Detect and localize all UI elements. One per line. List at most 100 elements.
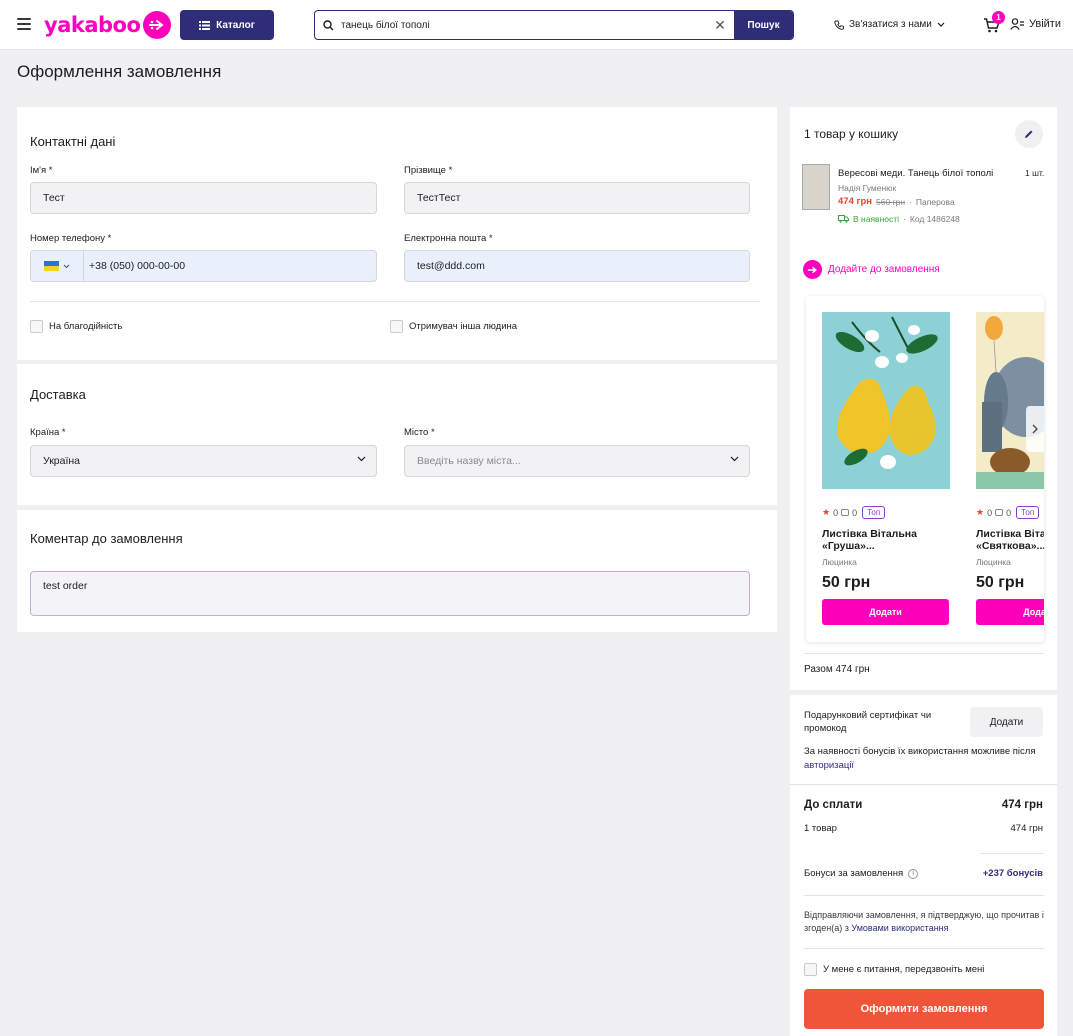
cart-item-name[interactable]: Вересові меди. Танець білої тополі [838,168,993,179]
product-rating-row: ★ 0 0 Топ [822,506,886,519]
country-select[interactable]: Україна [30,445,377,477]
delivery-title: Доставка [30,387,86,402]
email-field[interactable]: test@ddd.com [404,250,750,282]
phone-field[interactable]: +38 (050) 000-00-00 [30,250,377,282]
promo-add-button[interactable]: Додати [970,707,1043,737]
contact-dropdown[interactable]: Зв'язатися з нами [834,19,945,30]
comment-title: Коментар до замовлення [30,531,183,546]
last-name-label: Прізвище * [404,165,453,176]
contact-section: Контактні дані Ім'я * Тест Прізвище * Те… [17,107,777,360]
divider [790,784,1057,785]
logo-mark-icon [803,260,822,279]
promo-label: Подарунковий сертифікат чи промокод [804,710,932,734]
other-recipient-checkbox[interactable]: Отримувач інша людина [390,320,517,333]
search-bar: ✕ Пошук [314,10,794,40]
items-label: 1 товар [804,823,837,834]
phone-label: Номер телефону * [30,233,112,244]
menu-icon[interactable] [17,18,31,30]
cart-item-author: Надія Гуменюк [838,183,897,193]
page-title: Оформлення замовлення [17,62,222,81]
order-summary: Подарунковий сертифікат чи промокод Дода… [790,695,1057,1036]
pay-label: До сплати [804,799,863,811]
terms-link[interactable]: Умовами використання [851,923,948,933]
divider [804,653,1044,654]
charity-checkbox[interactable]: На благодійність [30,320,122,333]
upsell-carousel: ★ 0 0 Топ Листівка Вітальна «Груша»... Л… [806,296,1044,642]
logo-mark-icon [143,11,172,39]
cart-item-price-row: 474 грн 560 грн · Паперова [838,196,955,207]
list-icon [199,20,211,30]
terms-note: Відправляючи замовлення, я підтверджую, … [804,910,1044,933]
submit-order-button[interactable]: Оформити замовлення [804,989,1044,1029]
chevron-down-icon [63,264,70,268]
items-value: 474 грн [1010,823,1044,834]
comment-icon [841,509,850,516]
comment-icon [995,509,1004,516]
product-name[interactable]: Листівка Вітальна «Груша»... [822,528,942,552]
top-badge: Топ [1016,506,1040,519]
chevron-right-icon [1032,424,1038,434]
product-author: Люцинка [822,557,857,567]
first-name-field[interactable]: Тест [30,182,377,214]
star-icon: ★ [976,507,985,517]
comment-textarea[interactable]: test order [30,571,750,616]
user-icon [1010,18,1024,30]
book-cover-thumbnail[interactable] [802,164,830,210]
add-product-button[interactable]: Додати [822,599,949,625]
search-icon [315,11,341,39]
city-select[interactable]: Введіть назву міста... [404,445,750,477]
chevron-down-icon [730,456,739,462]
product-author: Люцинка [976,557,1011,567]
add-product-button[interactable]: Додати [976,599,1044,625]
login-button[interactable]: Увійти [1010,18,1061,30]
delivery-section: Доставка Країна * Україна Місто * Введіт… [17,364,777,505]
first-name-label: Ім'я * [30,165,53,176]
product-price: 50 грн [822,574,871,591]
search-input[interactable] [341,11,706,39]
product-rating-row: ★ 0 0 Топ [976,506,1040,519]
divider [804,895,1044,896]
cart-count-badge: 1 [992,11,1005,24]
cart-title: 1 товар у кошику [804,127,899,141]
contact-title: Контактні дані [30,134,116,149]
comment-section: Коментар до замовлення test order [17,510,777,632]
info-icon[interactable]: i [908,868,919,879]
search-button[interactable]: Пошук [734,11,793,39]
phone-icon [834,20,844,30]
pencil-icon [1025,130,1033,138]
bonus-note: За наявності бонусів їх використання мож… [804,746,1036,771]
bonuses-value: +237 бонусів [982,868,1043,879]
add-to-order-heading: Додайте до замовлення [803,260,940,279]
callback-checkbox[interactable]: У мене є питання, передзвоніть мені [804,963,984,976]
email-label: Електронна пошта * [404,233,493,244]
carousel-next-button[interactable] [1026,406,1044,452]
product-image[interactable] [976,312,1044,489]
cart-item-stock-row: В наявності · Код 1486248 [838,214,960,224]
product-name[interactable]: Листівка Вітальна «Святкова»... [976,528,1044,552]
divider [804,948,1044,949]
logo[interactable]: yakaboo [44,11,172,39]
clear-icon[interactable]: ✕ [706,11,734,39]
truck-icon [838,215,849,223]
product-image[interactable] [822,312,950,489]
bonuses-row: Бонуси за замовлення i [804,868,919,879]
star-icon: ★ [822,507,831,517]
product-price: 50 грн [976,574,1025,591]
site-header: yakaboo Каталог ✕ Пошук Зв'язатися з нам… [0,0,1073,50]
cart-total: Разом 474 грн [804,664,870,675]
edit-cart-button[interactable] [1015,120,1043,148]
divider [30,301,760,302]
last-name-field[interactable]: ТестТест [404,182,750,214]
pay-value: 474 грн [1001,799,1043,811]
catalog-button[interactable]: Каталог [180,10,274,40]
city-label: Місто * [404,427,435,438]
ukraine-flag-icon [44,261,59,271]
cart-item-qty: 1 шт. [1025,168,1045,178]
top-badge: Топ [862,506,886,519]
auth-link[interactable]: авторизації [804,760,854,771]
chevron-down-icon [357,456,366,462]
chevron-down-icon [937,22,945,27]
country-code-select[interactable] [31,251,84,281]
country-label: Країна * [30,427,66,438]
divider [980,853,1044,854]
